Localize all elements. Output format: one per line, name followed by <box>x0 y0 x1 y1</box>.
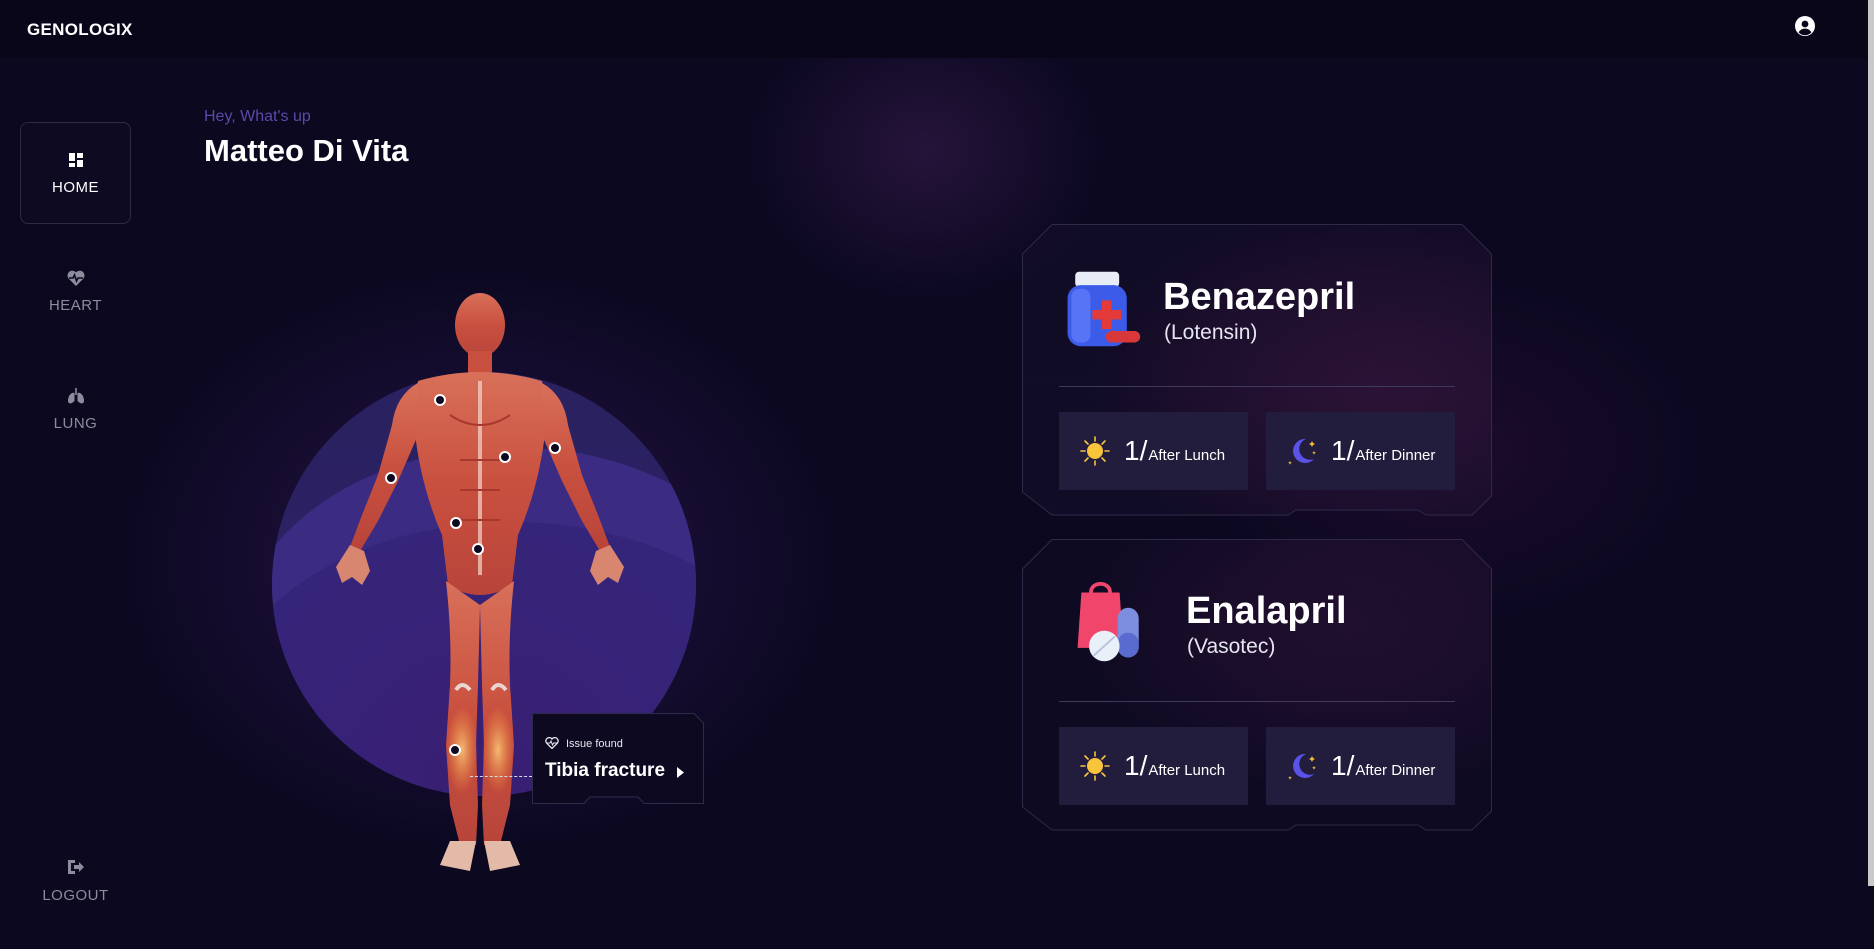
issue-label: Issue found <box>566 738 623 750</box>
divider <box>1059 701 1455 702</box>
brand-logo[interactable]: GENOLOGIX <box>27 20 133 40</box>
logout-icon <box>67 859 84 874</box>
issue-connector-line <box>470 776 532 777</box>
hotspot-abdomen[interactable] <box>499 451 511 463</box>
moon-icon <box>1288 753 1316 780</box>
pill-bottle-icon <box>1067 271 1141 347</box>
sidebar-item-home[interactable]: HOME <box>20 122 131 224</box>
hotspot-left-arm[interactable] <box>385 472 397 484</box>
chevron-right-icon <box>677 767 684 778</box>
sidebar-item-lung[interactable]: LUNG <box>20 358 131 460</box>
top-bar: GENOLOGIX <box>0 0 1874 58</box>
hotspot-pelvis[interactable] <box>472 543 484 555</box>
dose-timing: After Lunch <box>1148 446 1226 464</box>
issue-title: Tibia fracture <box>545 760 666 781</box>
medication-card[interactable]: Benazepril (Lotensin) 1/ After Lunch 1/ … <box>1022 224 1492 526</box>
dose-quantity: 1 <box>1124 435 1140 466</box>
medication-brand: (Lotensin) <box>1164 321 1258 344</box>
sidebar-item-heart[interactable]: HEART <box>20 240 131 342</box>
logout-button[interactable]: LOGOUT <box>20 845 131 915</box>
page-scrollbar[interactable] <box>1868 0 1874 886</box>
medication-name: Benazepril <box>1163 276 1356 318</box>
sidebar-item-label: HEART <box>48 297 103 314</box>
dose-quantity: 1 <box>1124 750 1140 781</box>
heart-icon <box>545 737 559 749</box>
dose-after-dinner: 1/ After Dinner <box>1266 727 1455 805</box>
dose-timing: After Dinner <box>1355 446 1436 464</box>
sun-icon <box>1080 751 1110 781</box>
dose-quantity: 1 <box>1331 750 1347 781</box>
heart-pulse-icon <box>66 270 85 286</box>
dose-after-lunch: 1/ After Lunch <box>1059 727 1248 805</box>
sun-icon <box>1080 436 1110 466</box>
pills-bag-icon <box>1077 581 1139 662</box>
sidebar-item-label: LUNG <box>53 415 98 432</box>
lungs-icon <box>67 388 84 404</box>
dose-after-dinner: 1/ After Dinner <box>1266 412 1455 490</box>
divider <box>1059 386 1455 387</box>
medication-brand: (Vasotec) <box>1187 635 1276 658</box>
page-title: Matteo Di Vita <box>204 133 409 168</box>
dose-after-lunch: 1/ After Lunch <box>1059 412 1248 490</box>
hotspot-tibia[interactable] <box>449 744 461 756</box>
medication-name: Enalapril <box>1186 590 1347 632</box>
hotspot-lower-torso[interactable] <box>450 517 462 529</box>
dose-timing: After Lunch <box>1148 761 1226 779</box>
moon-icon <box>1288 438 1316 465</box>
greeting-subtitle: Hey, What's up <box>204 108 311 125</box>
medication-card[interactable]: Enalapril (Vasotec) 1/ After Lunch 1/ Af… <box>1022 539 1492 841</box>
dose-timing: After Dinner <box>1355 761 1436 779</box>
hotspot-right-arm[interactable] <box>549 442 561 454</box>
logout-label: LOGOUT <box>42 886 109 904</box>
issue-card[interactable]: Issue found Tibia fracture <box>532 713 704 805</box>
dose-quantity: 1 <box>1331 435 1347 466</box>
user-circle-icon[interactable] <box>1795 16 1815 36</box>
sidebar: HOME HEART LUNG <box>20 122 131 476</box>
hotspot-left-shoulder[interactable] <box>434 394 446 406</box>
sidebar-item-label: HOME <box>52 179 99 196</box>
dashboard-grid-icon <box>68 153 83 167</box>
